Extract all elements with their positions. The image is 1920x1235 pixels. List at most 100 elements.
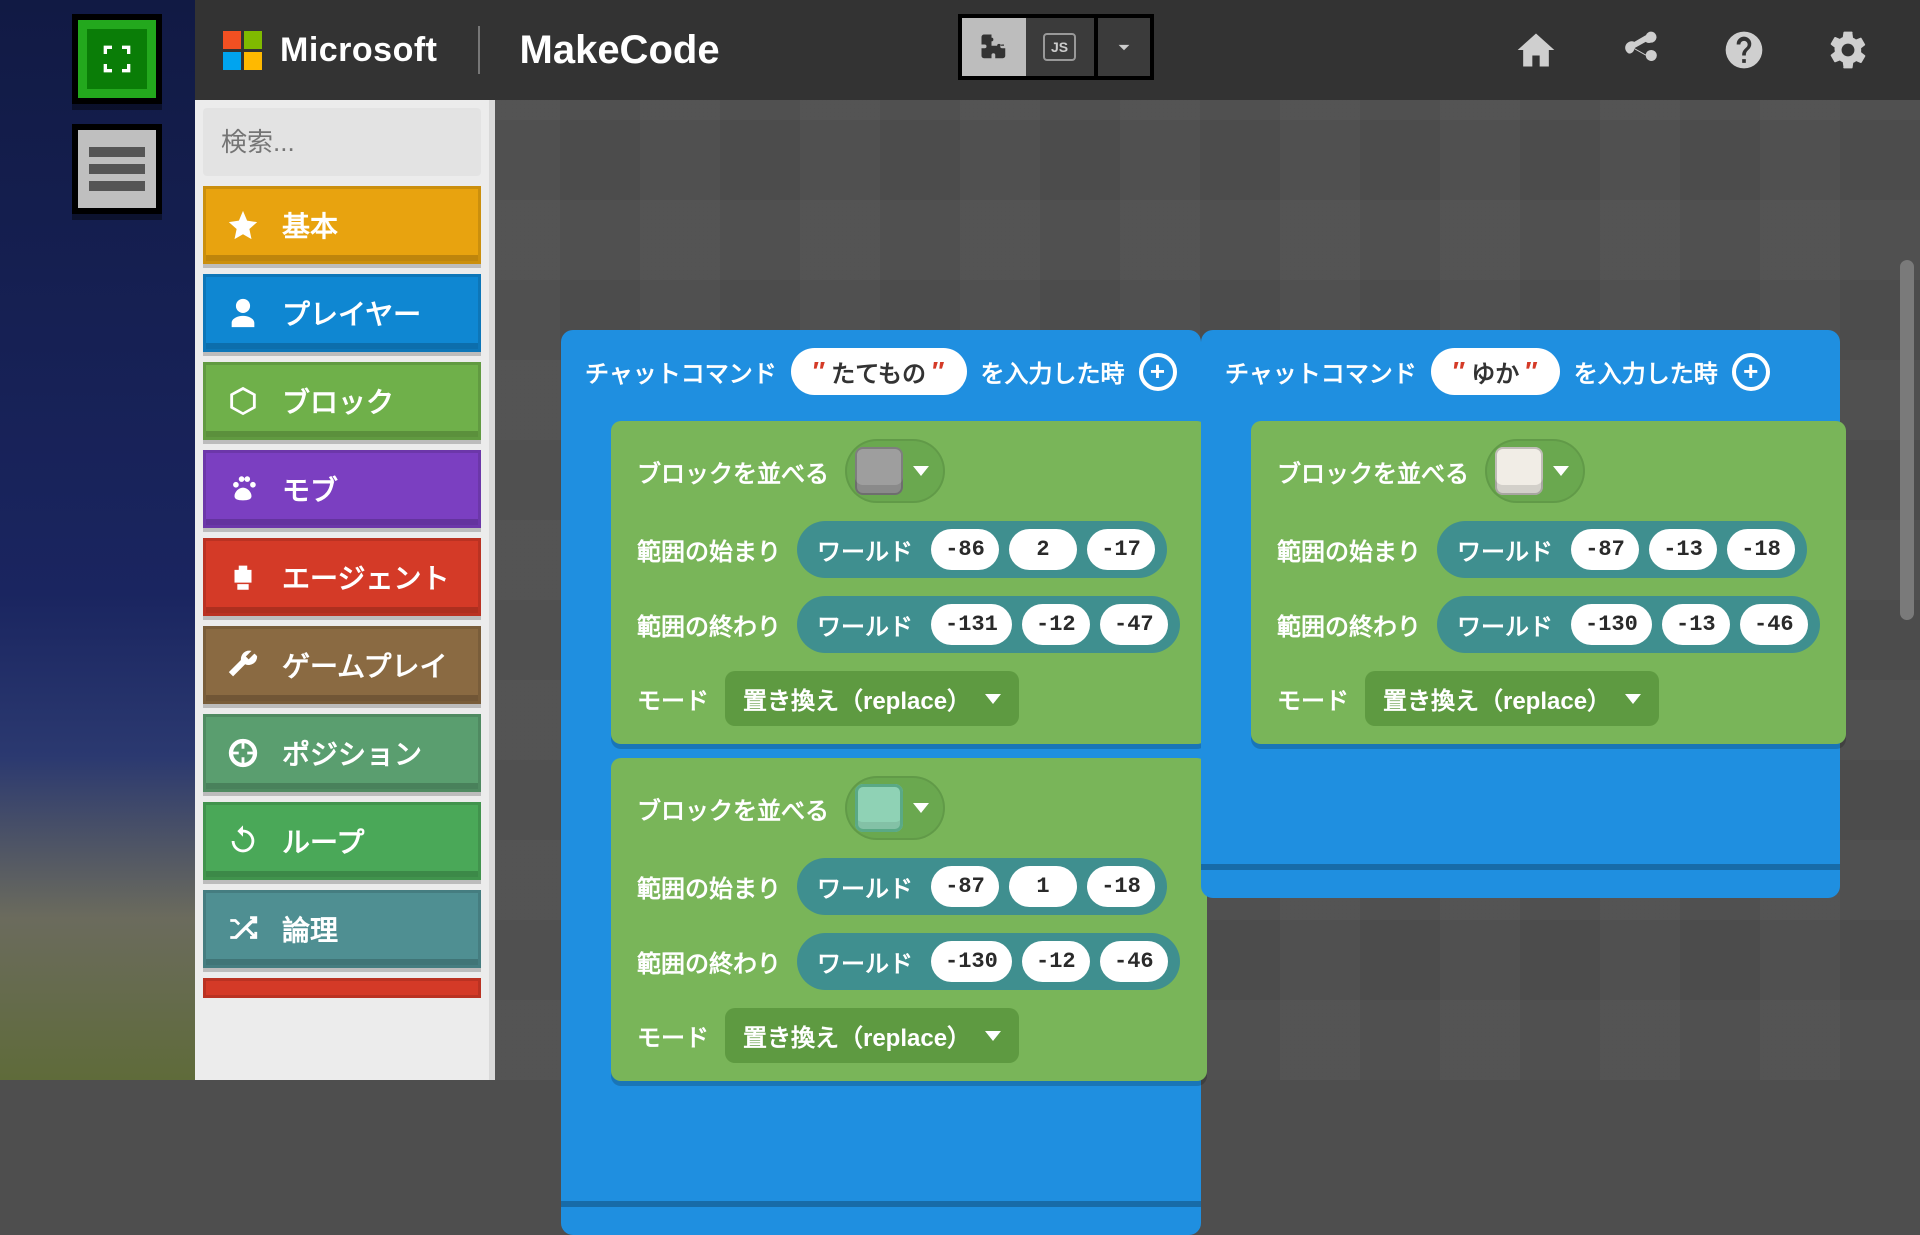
on-chat-command-block[interactable]: チャットコマンド たてもの を入力した時 + ブロックを並べる 範囲の始まり ワ…	[561, 330, 1201, 1201]
coord-z-input[interactable]: -17	[1087, 529, 1155, 570]
category-agent[interactable]: エージェント	[203, 538, 481, 616]
range-end-label: 範囲の終わり	[1277, 607, 1421, 642]
fill-label: ブロックを並べる	[1277, 454, 1469, 489]
chevron-down-icon	[913, 803, 929, 813]
hat-block-footer	[561, 1201, 1201, 1235]
range-start-label: 範囲の始まり	[637, 869, 781, 904]
coord-y-input[interactable]: -12	[1022, 941, 1090, 982]
brand-group: Microsoft MakeCode	[223, 26, 720, 74]
coord-y-input[interactable]: -12	[1022, 604, 1090, 645]
coord-y-input[interactable]: 1	[1009, 866, 1077, 907]
world-position-start[interactable]: ワールド -87 -13 -18	[1437, 521, 1807, 578]
block-swatch-icon	[1495, 447, 1543, 495]
category-logic[interactable]: 論理	[203, 890, 481, 968]
game-menu-button[interactable]	[72, 124, 162, 214]
world-position-end[interactable]: ワールド -130 -13 -46	[1437, 596, 1820, 653]
help-icon[interactable]	[1722, 28, 1766, 72]
mode-label: モード	[637, 681, 709, 716]
coord-x-input[interactable]: -130	[931, 941, 1012, 982]
world-label: ワールド	[809, 532, 921, 567]
world-position-start[interactable]: ワールド -87 1 -18	[797, 858, 1167, 915]
coord-x-input[interactable]: -86	[931, 529, 999, 570]
category-loops[interactable]: ループ	[203, 802, 481, 880]
brand-separator	[478, 26, 480, 74]
fill-mode-dropdown[interactable]: 置き換え（replace）	[1365, 671, 1659, 726]
share-icon[interactable]	[1618, 28, 1662, 72]
add-parameter-button[interactable]: +	[1139, 353, 1177, 391]
tab-language-dropdown[interactable]	[1094, 14, 1154, 80]
header-actions	[1514, 28, 1920, 72]
chat-command-input[interactable]: たてもの	[791, 348, 967, 395]
gear-icon[interactable]	[1826, 28, 1870, 72]
makecode-launcher-button[interactable]	[72, 14, 162, 104]
block-stack[interactable]: チャットコマンド たてもの を入力した時 + ブロックを並べる 範囲の始まり ワ…	[561, 330, 1201, 1235]
mode-value: 置き換え（replace）	[1383, 681, 1611, 716]
puzzle-piece-icon	[979, 32, 1009, 62]
category-mobs[interactable]: モブ	[203, 450, 481, 528]
category-label: プレイヤー	[282, 293, 421, 333]
fill-label: ブロックを並べる	[637, 454, 829, 489]
category-label: ループ	[282, 821, 364, 861]
mode-value: 置き換え（replace）	[743, 1018, 971, 1053]
fill-mode-dropdown[interactable]: 置き換え（replace）	[725, 671, 1019, 726]
chat-suffix-label: を入力した時	[1574, 354, 1718, 389]
world-label: ワールド	[1449, 607, 1561, 642]
block-picker[interactable]	[1485, 439, 1585, 503]
cube-icon	[226, 384, 260, 418]
category-basic[interactable]: 基本	[203, 186, 481, 264]
range-start-label: 範囲の始まり	[637, 532, 781, 567]
fill-block[interactable]: ブロックを並べる 範囲の始まり ワールド -86 2 -17	[611, 421, 1207, 744]
coord-z-input[interactable]: -46	[1740, 604, 1808, 645]
coord-z-input[interactable]: -18	[1087, 866, 1155, 907]
block-picker[interactable]	[845, 439, 945, 503]
world-position-end[interactable]: ワールド -130 -12 -46	[797, 933, 1180, 990]
toolbox-search[interactable]	[203, 108, 481, 176]
app-header: Microsoft MakeCode JS	[195, 0, 1920, 100]
coord-y-input[interactable]: -13	[1649, 529, 1717, 570]
coord-y-input[interactable]: 2	[1009, 529, 1077, 570]
chevron-down-icon	[913, 466, 929, 476]
category-blocks[interactable]: ブロック	[203, 362, 481, 440]
category-label: モブ	[282, 469, 338, 509]
coord-y-input[interactable]: -13	[1662, 604, 1730, 645]
on-chat-command-block[interactable]: チャットコマンド ゆか を入力した時 + ブロックを並べる 範囲の始まり ワール…	[1201, 330, 1840, 864]
loop-icon	[226, 824, 260, 858]
category-label: ブロック	[282, 381, 394, 421]
vertical-scrollbar[interactable]	[1900, 260, 1914, 620]
robot-icon	[226, 560, 260, 594]
tab-javascript[interactable]: JS	[1026, 14, 1098, 80]
world-position-end[interactable]: ワールド -131 -12 -47	[797, 596, 1180, 653]
mode-label: モード	[637, 1018, 709, 1053]
fill-mode-dropdown[interactable]: 置き換え（replace）	[725, 1008, 1019, 1063]
coord-x-input[interactable]: -130	[1571, 604, 1652, 645]
block-stack[interactable]: チャットコマンド ゆか を入力した時 + ブロックを並べる 範囲の始まり ワール…	[1201, 330, 1840, 898]
category-position[interactable]: ポジション	[203, 714, 481, 792]
block-picker[interactable]	[845, 776, 945, 840]
chat-command-input[interactable]: ゆか	[1431, 348, 1560, 395]
coord-x-input[interactable]: -131	[931, 604, 1012, 645]
crosshair-icon	[226, 736, 260, 770]
coord-z-input[interactable]: -46	[1100, 941, 1168, 982]
add-parameter-button[interactable]: +	[1732, 353, 1770, 391]
fill-block[interactable]: ブロックを並べる 範囲の始まり ワールド -87 -13 -18	[1251, 421, 1846, 744]
chevron-down-icon	[1625, 694, 1641, 704]
world-label: ワールド	[809, 607, 921, 642]
coord-z-input[interactable]: -47	[1100, 604, 1168, 645]
toolbox-sidebar: 基本 プレイヤー ブロック モブ エージェント ゲームプレイ ポジション ループ…	[195, 100, 495, 1080]
world-label: ワールド	[809, 869, 921, 904]
tab-blocks[interactable]	[958, 14, 1030, 80]
home-icon[interactable]	[1514, 28, 1558, 72]
category-gameplay[interactable]: ゲームプレイ	[203, 626, 481, 704]
category-player[interactable]: プレイヤー	[203, 274, 481, 352]
app-name: MakeCode	[520, 28, 720, 73]
coord-z-input[interactable]: -18	[1727, 529, 1795, 570]
shuffle-icon	[226, 912, 260, 946]
fill-block[interactable]: ブロックを並べる 範囲の始まり ワールド -87 1 -18	[611, 758, 1207, 1081]
world-position-start[interactable]: ワールド -86 2 -17	[797, 521, 1167, 578]
chat-suffix-label: を入力した時	[981, 354, 1125, 389]
blocks-workspace[interactable]: チャットコマンド たてもの を入力した時 + ブロックを並べる 範囲の始まり ワ…	[501, 100, 1920, 1080]
coord-x-input[interactable]: -87	[1571, 529, 1639, 570]
chevron-down-icon	[1553, 466, 1569, 476]
search-input[interactable]	[221, 127, 556, 158]
coord-x-input[interactable]: -87	[931, 866, 999, 907]
